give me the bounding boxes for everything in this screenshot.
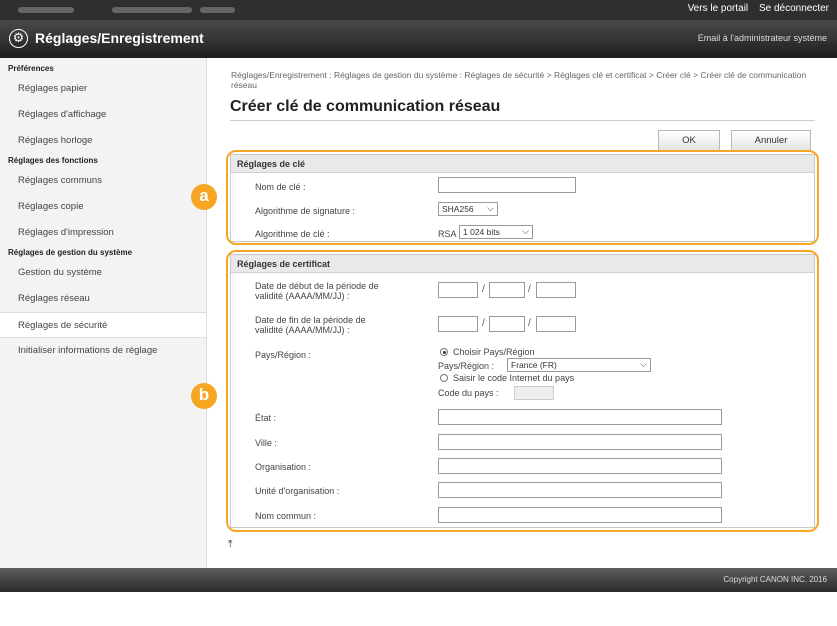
blurred-text bbox=[112, 7, 192, 13]
callout-marker-a: a bbox=[191, 184, 217, 210]
scroll-to-top-icon[interactable]: ⤒ bbox=[228, 539, 232, 550]
mail-admin-link[interactable]: Email à l'administrateur système bbox=[698, 33, 827, 43]
app-title: Réglages/Enregistrement bbox=[35, 30, 204, 46]
sidebar-item-system-management[interactable]: Gestion du système bbox=[0, 260, 206, 286]
highlight-certificate-settings bbox=[226, 250, 819, 532]
sidebar-item-paper[interactable]: Réglages papier bbox=[0, 76, 206, 102]
highlight-key-settings bbox=[226, 150, 819, 245]
sidebar-item-clock[interactable]: Réglages horloge bbox=[0, 128, 206, 154]
page-bottom bbox=[0, 592, 837, 626]
page-title: Créer clé de communication réseau bbox=[230, 98, 501, 115]
sidebar: Préférences Réglages papier Réglages d'a… bbox=[0, 58, 207, 568]
top-links: Vers le portail Se déconnecter bbox=[680, 3, 829, 14]
portal-link[interactable]: Vers le portail bbox=[688, 3, 749, 14]
blurred-text bbox=[200, 7, 235, 13]
ok-button[interactable]: OK bbox=[658, 130, 720, 152]
blurred-text bbox=[18, 7, 74, 13]
sidebar-item-security[interactable]: Réglages de sécurité bbox=[0, 312, 206, 338]
copyright-text: Copyright CANON INC. 2016 bbox=[723, 575, 827, 584]
sidebar-item-copy[interactable]: Réglages copie bbox=[0, 194, 206, 220]
logout-link[interactable]: Se déconnecter bbox=[759, 3, 829, 14]
footer: Copyright CANON INC. 2016 bbox=[0, 568, 837, 592]
app-header: ⚙ Réglages/Enregistrement Email à l'admi… bbox=[0, 20, 837, 58]
cancel-button[interactable]: Annuler bbox=[731, 130, 811, 152]
sidebar-item-initialize[interactable]: Initialiser informations de réglage bbox=[0, 338, 206, 364]
sidebar-section-functions: Réglages des fonctions bbox=[8, 156, 98, 165]
settings-register-icon: ⚙ bbox=[9, 29, 28, 48]
sidebar-item-print[interactable]: Réglages d'impression bbox=[0, 220, 206, 246]
breadcrumb: Réglages/Enregistrement : Réglages de ge… bbox=[231, 70, 807, 90]
main-content: Réglages/Enregistrement : Réglages de ge… bbox=[207, 58, 837, 568]
sidebar-section-system: Réglages de gestion du système bbox=[8, 248, 133, 257]
title-divider bbox=[230, 120, 815, 121]
callout-marker-b: b bbox=[191, 383, 217, 409]
sidebar-item-common[interactable]: Réglages communs bbox=[0, 168, 206, 194]
top-bar: Vers le portail Se déconnecter bbox=[0, 0, 837, 20]
sidebar-item-network[interactable]: Réglages réseau bbox=[0, 286, 206, 312]
sidebar-item-display[interactable]: Réglages d'affichage bbox=[0, 102, 206, 128]
sidebar-section-preferences: Préférences bbox=[8, 64, 54, 73]
